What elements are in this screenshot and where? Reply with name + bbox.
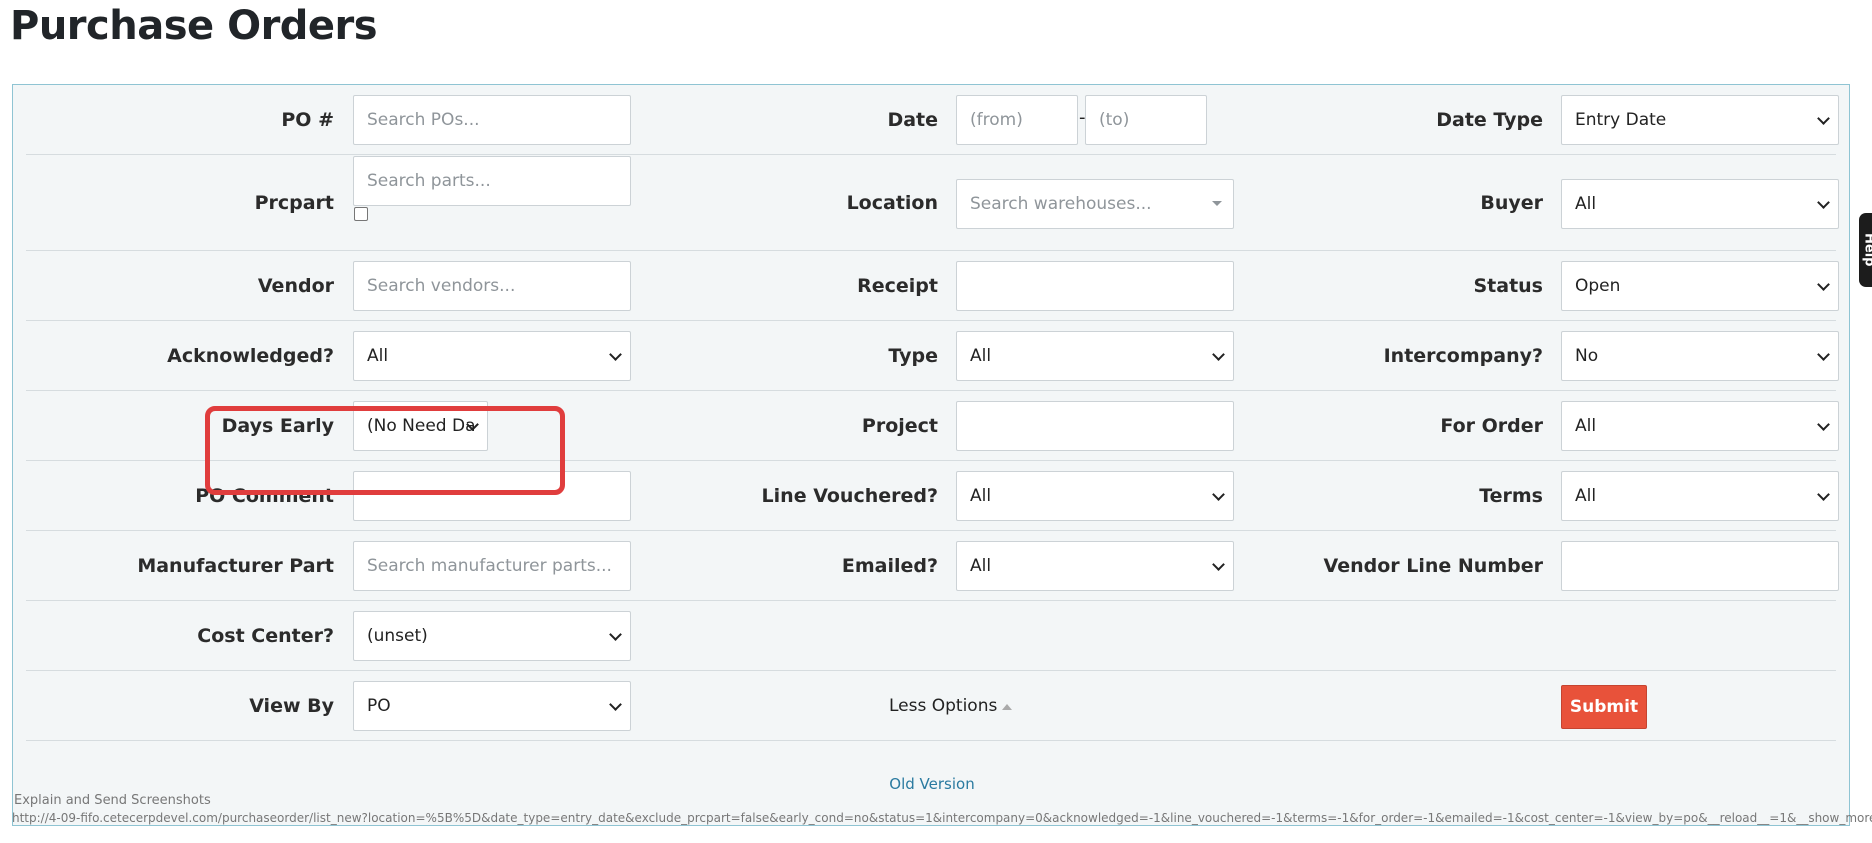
vendor-label: Vendor (257, 275, 334, 297)
status-caption: Explain and Send Screenshots (14, 793, 211, 808)
old-version-link[interactable]: Old Version (13, 775, 1851, 793)
filter-row-vendor: Vendor Search vendors... Receipt Status … (26, 251, 1839, 321)
intercompany-label: Intercompany? (1383, 345, 1543, 367)
status-url: http://4-09-fifo.cetecerpdevel.com/purch… (12, 811, 1872, 825)
page-title: Purchase Orders (10, 3, 378, 49)
receipt-label: Receipt (857, 275, 938, 297)
buyer-select[interactable]: All (1561, 179, 1839, 229)
emailed-label: Emailed? (841, 555, 938, 577)
for-order-label: For Order (1440, 415, 1543, 437)
filter-row-view-by: View By PO Less Options Submit (26, 671, 1836, 741)
view-by-label: View By (249, 695, 334, 717)
po-number-label: PO # (281, 109, 334, 131)
date-type-label: Date Type (1436, 109, 1543, 131)
vendor-line-number-label: Vendor Line Number (1323, 555, 1543, 577)
type-label: Type (888, 345, 938, 367)
for-order-select[interactable]: All (1561, 401, 1839, 451)
cost-center-select[interactable]: (unset) (353, 611, 631, 661)
annotation-highlight-box (205, 406, 565, 495)
filter-row-cost-center: Cost Center? (unset) (26, 601, 1836, 671)
filter-row-prcpart: Prcpart Search parts... Location Search … (26, 155, 1839, 251)
terms-label: Terms (1479, 485, 1543, 507)
acknowledged-label: Acknowledged? (167, 345, 334, 367)
less-options-toggle[interactable]: Less Options (889, 671, 1013, 741)
view-by-select[interactable]: PO (353, 681, 631, 731)
intercompany-select[interactable]: No (1561, 331, 1839, 381)
status-select[interactable]: Open (1561, 261, 1839, 311)
submit-button[interactable]: Submit (1561, 685, 1647, 729)
help-tab-label: Help (1861, 233, 1872, 267)
help-tab[interactable]: Help (1859, 213, 1872, 287)
terms-select[interactable]: All (1561, 471, 1839, 521)
manufacturer-part-label: Manufacturer Part (137, 555, 334, 577)
filter-row-acknowledged: Acknowledged? All Type All Intercompany?… (26, 321, 1839, 391)
less-options-label: Less Options (889, 696, 998, 716)
location-label: Location (846, 192, 938, 214)
filter-row-manufacturer-part: Manufacturer Part Search manufacturer pa… (26, 531, 1839, 601)
filter-row-po: PO # Search POs... Date (from) - (to) Da… (26, 85, 1839, 155)
date-label: Date (887, 109, 938, 131)
prcpart-label: Prcpart (254, 192, 334, 214)
caret-up-icon (1002, 704, 1013, 710)
cost-center-label: Cost Center? (197, 625, 334, 647)
status-label: Status (1473, 275, 1543, 297)
buyer-label: Buyer (1480, 192, 1543, 214)
vendor-line-number-input[interactable] (1561, 541, 1839, 591)
date-type-select[interactable]: Entry Date (1561, 95, 1839, 145)
